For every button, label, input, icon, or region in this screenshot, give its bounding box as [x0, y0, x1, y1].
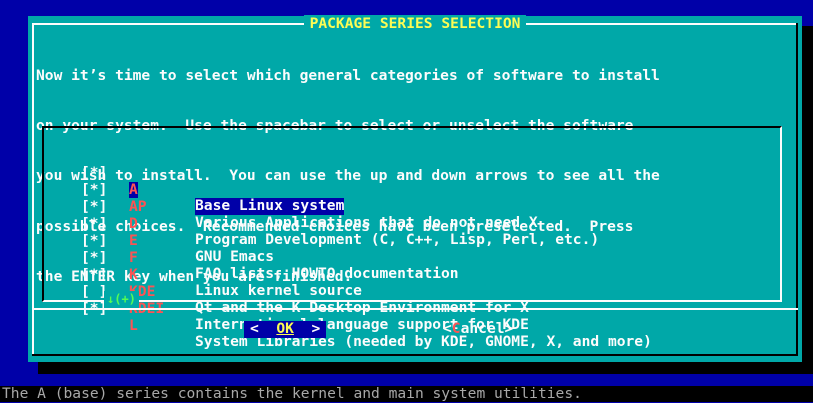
cancel-button[interactable]: <Cancel> [443, 320, 514, 338]
dialog-frame-left [32, 23, 34, 356]
list-item-d[interactable]: [*] D Program Development (C, C++, Lisp,… [81, 182, 599, 248]
list-item-e[interactable]: [*] E GNU Emacs [81, 199, 274, 265]
ok-label: OK [276, 320, 294, 337]
series-description: Various Applications that do not need X [195, 214, 538, 232]
ok-bracket-left: < [250, 320, 277, 337]
status-line: The A (base) series contains the kernel … [0, 385, 813, 402]
dialog-frame-bottom [32, 354, 798, 356]
cancel-hotkey: C [451, 320, 461, 337]
list-item-f[interactable]: [*] F FAQ lists, HOWTO documentation [81, 216, 459, 282]
ok-button[interactable]: < OK > [244, 320, 327, 338]
cancel-label-rest: ancel> [460, 320, 514, 337]
list-item-ap[interactable]: [*] AP Various Applications that do not … [81, 165, 538, 231]
package-series-dialog: PACKAGE SERIES SELECTION Now it’s time t… [28, 15, 802, 362]
cancel-bracket-left: < [443, 320, 452, 337]
ok-bracket-right: > [293, 320, 321, 337]
series-description: FAQ lists, HOWTO documentation [195, 265, 459, 283]
list-item-kde[interactable]: [*] KDE Qt and the K Desktop Environment… [81, 250, 529, 316]
list-item-a[interactable]: [*] A Base Linux system [81, 148, 345, 216]
series-description: Base Linux system [195, 197, 345, 216]
dialog-title-bar: PACKAGE SERIES SELECTION [28, 15, 802, 33]
series-description: Program Development (C, C++, Lisp, Perl,… [195, 231, 600, 249]
series-description: Linux kernel source [195, 282, 362, 300]
scroll-down-indicator[interactable]: ↓(+) [104, 291, 139, 308]
button-separator [32, 308, 798, 310]
dialog-frame-right [796, 23, 798, 356]
dialog-title: PACKAGE SERIES SELECTION [303, 15, 527, 32]
series-description: GNU Emacs [195, 248, 275, 266]
list-item-kdei[interactable]: [ ] KDEI International language support … [81, 267, 529, 333]
list-item-k[interactable]: [*] K Linux kernel source [81, 233, 362, 299]
series-tag: L [129, 316, 138, 334]
prompt-line: Now it’s time to select which general ca… [36, 66, 660, 84]
package-series-list[interactable]: [*] A Base Linux system [*] AP Various A… [42, 126, 782, 350]
